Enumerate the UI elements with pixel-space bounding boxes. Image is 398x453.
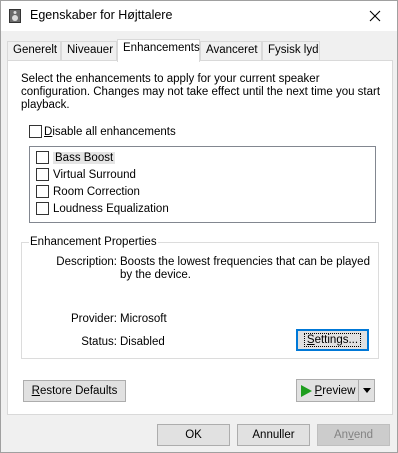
play-icon (300, 384, 312, 397)
chevron-down-icon (362, 387, 371, 393)
title-bar: Egenskaber for Højttalere (1, 1, 397, 31)
window-title: Egenskaber for Højttalere (30, 8, 173, 22)
list-item-label: Virtual Surround (53, 168, 136, 181)
tab-generelt[interactable]: Generelt (7, 41, 61, 61)
properties-group-title: Enhancement Properties (29, 236, 158, 248)
disable-all-checkbox[interactable]: Disable all enhancements (29, 125, 176, 138)
list-item[interactable]: Bass Boost (36, 150, 116, 165)
tab-label: Fysisk lyd (268, 44, 319, 56)
properties-dialog: Egenskaber for Højttalere Generelt Nivea… (0, 0, 398, 453)
restore-defaults-label: Restore Defaults (31, 385, 118, 397)
checkbox-box[interactable] (36, 151, 49, 164)
list-item-label: Bass Boost (53, 151, 116, 164)
ok-label: OK (185, 429, 202, 441)
list-item-label: Loudness Equalization (53, 202, 169, 215)
status-value: Disabled (120, 336, 165, 348)
enhancements-list[interactable]: Bass Boost Virtual Surround Room Correct… (29, 146, 376, 223)
tab-niveauer[interactable]: Niveauer (61, 41, 117, 61)
description-value: Boosts the lowest frequencies that can b… (120, 256, 370, 281)
tab-label: Generelt (13, 44, 58, 56)
tab-label: Avanceret (206, 44, 258, 56)
speaker-icon (9, 9, 21, 23)
tab-enhancements[interactable]: Enhancements (117, 39, 200, 62)
list-item[interactable]: Virtual Surround (36, 167, 136, 182)
tab-fysisk-lyd[interactable]: Fysisk lyd (262, 41, 320, 61)
apply-label: Anvend (333, 429, 373, 441)
checkbox-box[interactable] (36, 185, 49, 198)
tab-avanceret[interactable]: Avanceret (200, 41, 262, 61)
preview-split-button[interactable]: Preview (296, 379, 375, 402)
description-label: Description: (56, 256, 117, 268)
list-item[interactable]: Loudness Equalization (36, 201, 169, 216)
checkbox-box[interactable] (36, 168, 49, 181)
status-label: Status: (81, 336, 117, 348)
provider-label: Provider: (70, 313, 117, 325)
tab-strip: Generelt Niveauer Enhancements Avanceret… (7, 39, 393, 62)
checkbox-box[interactable] (36, 202, 49, 215)
preview-button[interactable]: Preview (297, 380, 358, 401)
tab-label: Enhancements (123, 42, 200, 54)
restore-defaults-button[interactable]: Restore Defaults (23, 380, 126, 402)
provider-value: Microsoft (120, 313, 167, 325)
checkbox-box[interactable] (29, 125, 42, 138)
ok-button[interactable]: OK (157, 424, 230, 446)
list-item-label: Room Correction (53, 185, 140, 198)
preview-dropdown-button[interactable] (358, 380, 374, 401)
close-button[interactable] (353, 1, 397, 31)
disable-all-label: Disable all enhancements (44, 125, 176, 138)
close-icon (369, 10, 381, 22)
tab-label: Niveauer (67, 44, 114, 56)
settings-button-label: Settings... (303, 333, 362, 347)
enhancements-description: Select the enhancements to apply for you… (21, 73, 381, 111)
cancel-label: Annuller (252, 429, 295, 441)
preview-label: Preview (314, 384, 356, 397)
apply-button[interactable]: Anvend (317, 424, 390, 446)
list-item[interactable]: Room Correction (36, 184, 140, 199)
cancel-button[interactable]: Annuller (237, 424, 310, 446)
settings-button[interactable]: Settings... (296, 329, 369, 351)
